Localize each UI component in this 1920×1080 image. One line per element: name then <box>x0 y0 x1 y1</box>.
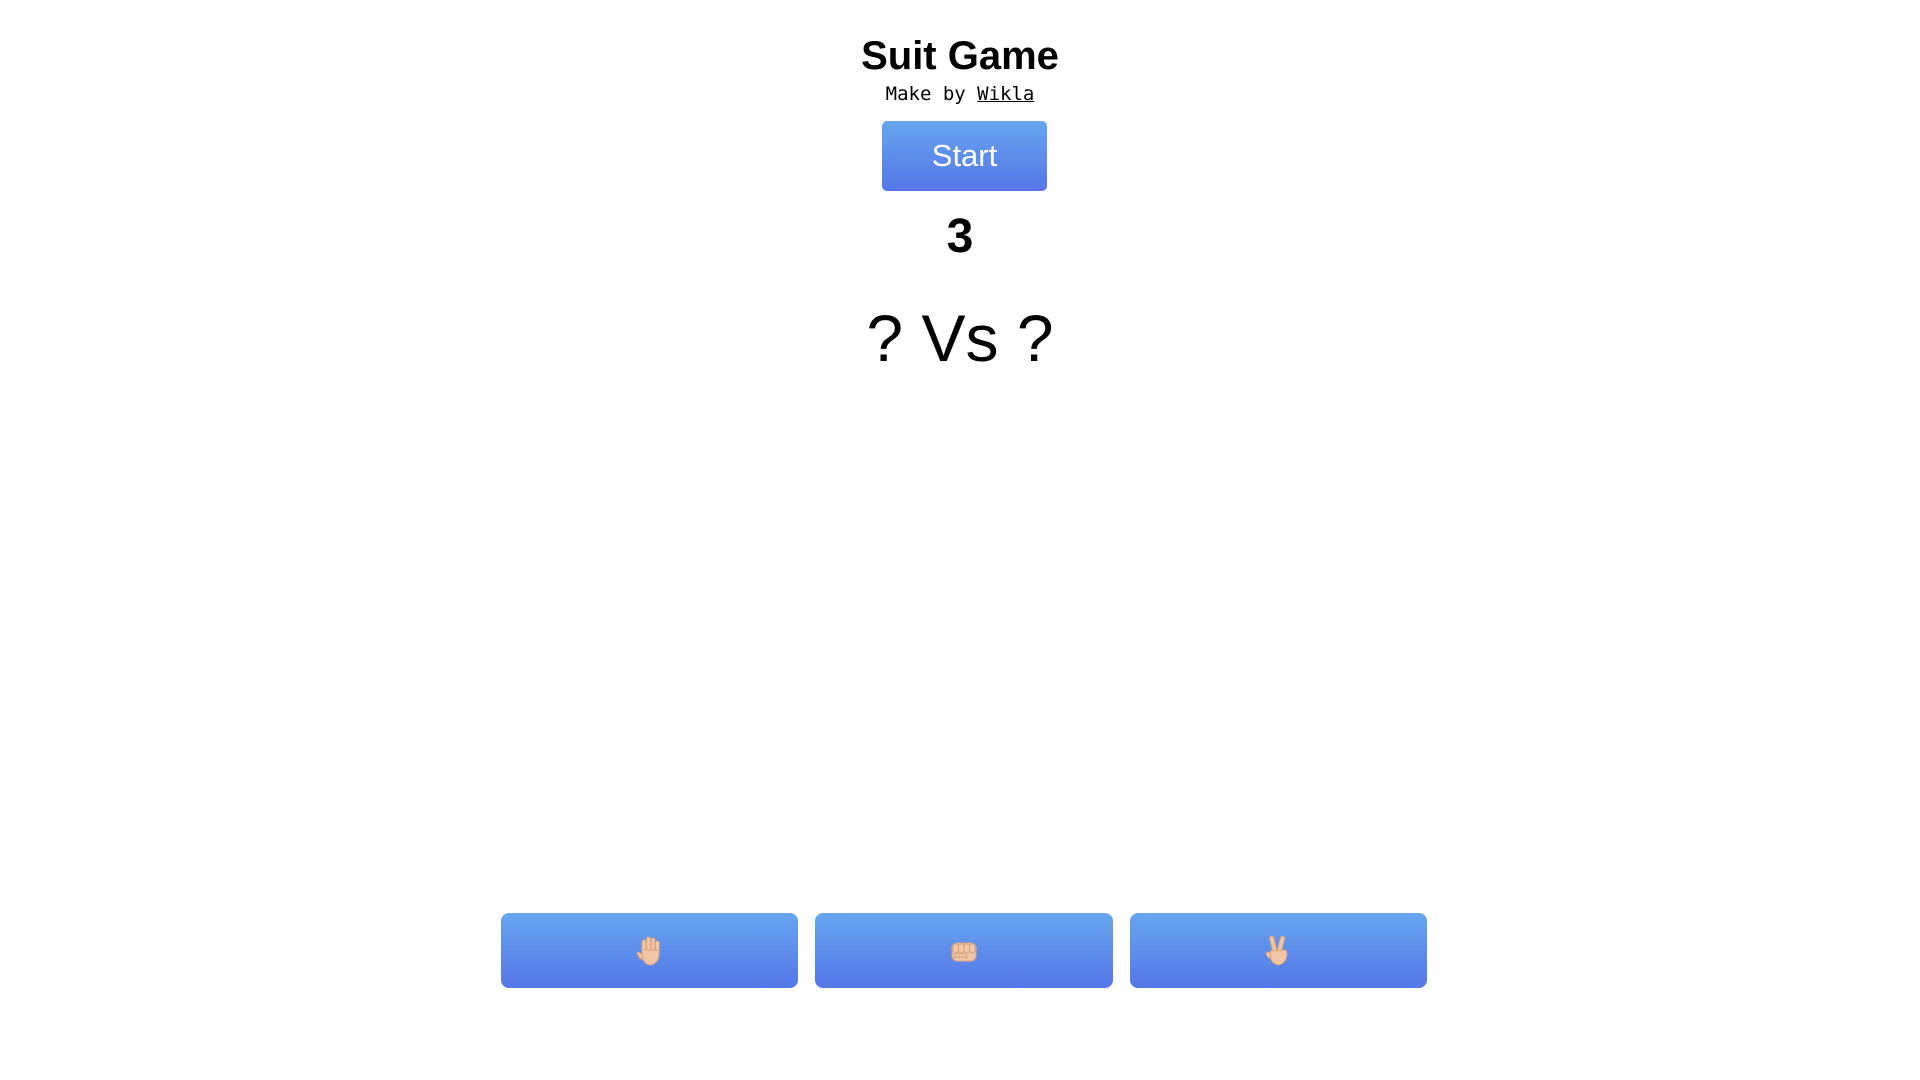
countdown-number: 3 <box>946 210 974 263</box>
raised-hand-icon <box>636 936 660 966</box>
versus-label: Vs <box>921 301 999 375</box>
credit-line: Make by Wikla <box>0 82 1920 106</box>
paper-button[interactable] <box>501 913 799 988</box>
victory-hand-icon <box>1265 935 1288 966</box>
player-choice: ? <box>866 301 904 375</box>
choice-buttons <box>501 913 1427 988</box>
author-link[interactable]: Wikla <box>977 83 1034 105</box>
rock-button[interactable] <box>815 913 1113 988</box>
game-title: Suit Game <box>861 34 1059 78</box>
fist-icon <box>951 942 977 961</box>
computer-choice: ? <box>1016 301 1054 375</box>
scissors-button[interactable] <box>1129 913 1427 988</box>
start-button[interactable]: Start <box>882 121 1047 191</box>
versus-display: ? Vs ? <box>0 298 1920 378</box>
credit-prefix: Make by <box>885 83 978 105</box>
